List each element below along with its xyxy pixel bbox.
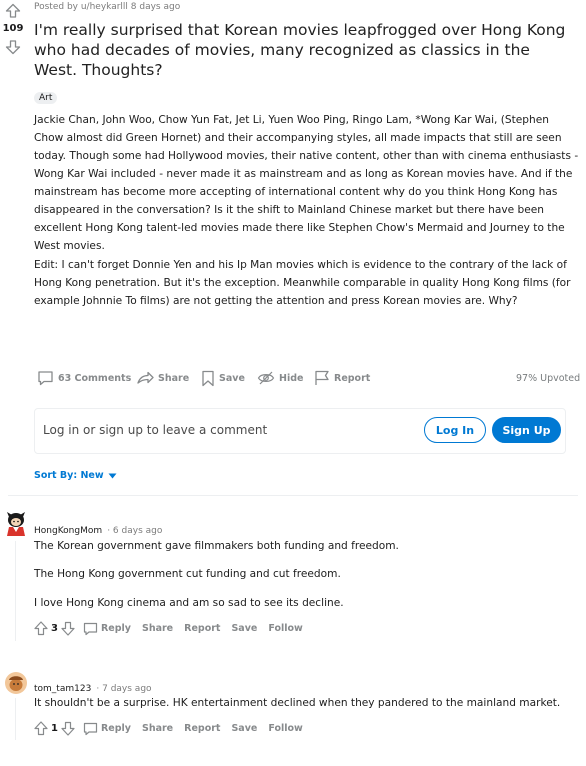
comment-icon <box>83 622 98 635</box>
reply-label: Reply <box>100 723 131 734</box>
report-button[interactable]: Report <box>184 723 220 734</box>
sort-label: Sort By: New <box>34 470 104 481</box>
report-button[interactable]: Report <box>314 370 370 386</box>
section-divider <box>8 495 578 496</box>
reply-label: Reply <box>100 623 131 634</box>
hide-button[interactable]: Hide <box>257 370 303 386</box>
comment-body-line: The Korean government gave filmmakers bo… <box>34 540 399 552</box>
comment-icon <box>83 722 98 735</box>
login-prompt-text: Log in or sign up to leave a comment <box>43 423 268 437</box>
hide-label: Hide <box>279 372 304 384</box>
share-button[interactable]: Share <box>142 623 173 634</box>
comments-label: 63 Comments <box>58 372 132 384</box>
comment-body-line: The Hong Kong government cut funding and… <box>34 568 341 580</box>
post-score: 109 <box>2 23 24 34</box>
comment-body-line: I love Hong Kong cinema and am so sad to… <box>34 597 344 609</box>
post-title[interactable]: I'm really surprised that Korean movies … <box>34 20 574 80</box>
reply-button[interactable]: Reply <box>83 722 131 736</box>
sort-dropdown[interactable]: Sort By: New <box>34 470 117 481</box>
caret-down-icon <box>108 473 117 478</box>
comment-username[interactable]: tom_tam123 <box>34 684 91 694</box>
post-flair[interactable]: Art <box>34 92 58 104</box>
comment-score: 1 <box>51 723 58 734</box>
avatar-icon <box>5 672 27 694</box>
comment-score: 3 <box>51 623 58 634</box>
downvote-icon[interactable] <box>61 721 75 736</box>
downvote-icon[interactable] <box>61 621 75 636</box>
thread-line[interactable] <box>15 698 16 740</box>
report-button[interactable]: Report <box>184 623 220 634</box>
share-button[interactable]: Share <box>142 723 173 734</box>
thread-line[interactable] <box>15 541 16 641</box>
hide-eye-icon <box>257 371 275 385</box>
comments-button[interactable]: 63 Comments <box>37 370 131 386</box>
save-button[interactable]: Save <box>201 370 245 387</box>
report-label: Report <box>334 372 371 384</box>
save-label: Save <box>219 373 245 384</box>
comment-body-line: It shouldn't be a surprise. HK entertain… <box>34 697 561 709</box>
bookmark-icon <box>202 370 214 387</box>
comment-actions: 1 Reply Share Report Save Follow <box>34 721 314 736</box>
post-body-paragraph: Jackie Chan, John Woo, Chow Yun Fat, Jet… <box>34 114 579 252</box>
post-vote-column: 109 <box>0 0 26 55</box>
upvote-icon[interactable] <box>34 621 48 636</box>
comment-timestamp[interactable]: · 7 days ago <box>96 684 151 694</box>
comment-icon <box>38 371 53 386</box>
comment-header: tom_tam123 · 7 days ago <box>34 676 152 695</box>
comment-login-prompt: Log in or sign up to leave a comment Log… <box>34 408 566 454</box>
save-button[interactable]: Save <box>231 723 257 734</box>
avatar-icon <box>7 512 25 536</box>
follow-button[interactable]: Follow <box>268 723 302 734</box>
share-label: Share <box>158 372 190 384</box>
flag-icon <box>315 370 329 385</box>
sign-up-button[interactable]: Sign Up <box>492 417 561 443</box>
follow-button[interactable]: Follow <box>268 623 302 634</box>
log-in-button[interactable]: Log In <box>424 417 486 443</box>
post-meta[interactable]: Posted by u/heykarlll 8 days ago <box>34 2 180 12</box>
share-icon <box>137 371 154 384</box>
downvote-icon[interactable] <box>5 39 21 55</box>
reply-button[interactable]: Reply <box>83 622 131 636</box>
avatar[interactable] <box>4 509 28 537</box>
post-body-paragraph-edit: Edit: I can't forget Donnie Yen and his … <box>34 259 571 307</box>
avatar[interactable] <box>4 671 28 695</box>
share-button[interactable]: Share <box>136 370 189 386</box>
upvote-icon[interactable] <box>5 3 21 19</box>
comment-username[interactable]: HongKongMom <box>34 526 102 536</box>
save-button[interactable]: Save <box>231 623 257 634</box>
comment-timestamp[interactable]: · 6 days ago <box>107 526 162 536</box>
comment-header: HongKongMom · 6 days ago <box>34 518 162 537</box>
upvote-ratio: 97% Upvoted <box>516 373 581 384</box>
upvote-icon[interactable] <box>34 721 48 736</box>
comment-actions: 3 Reply Share Report Save Follow <box>34 621 314 636</box>
